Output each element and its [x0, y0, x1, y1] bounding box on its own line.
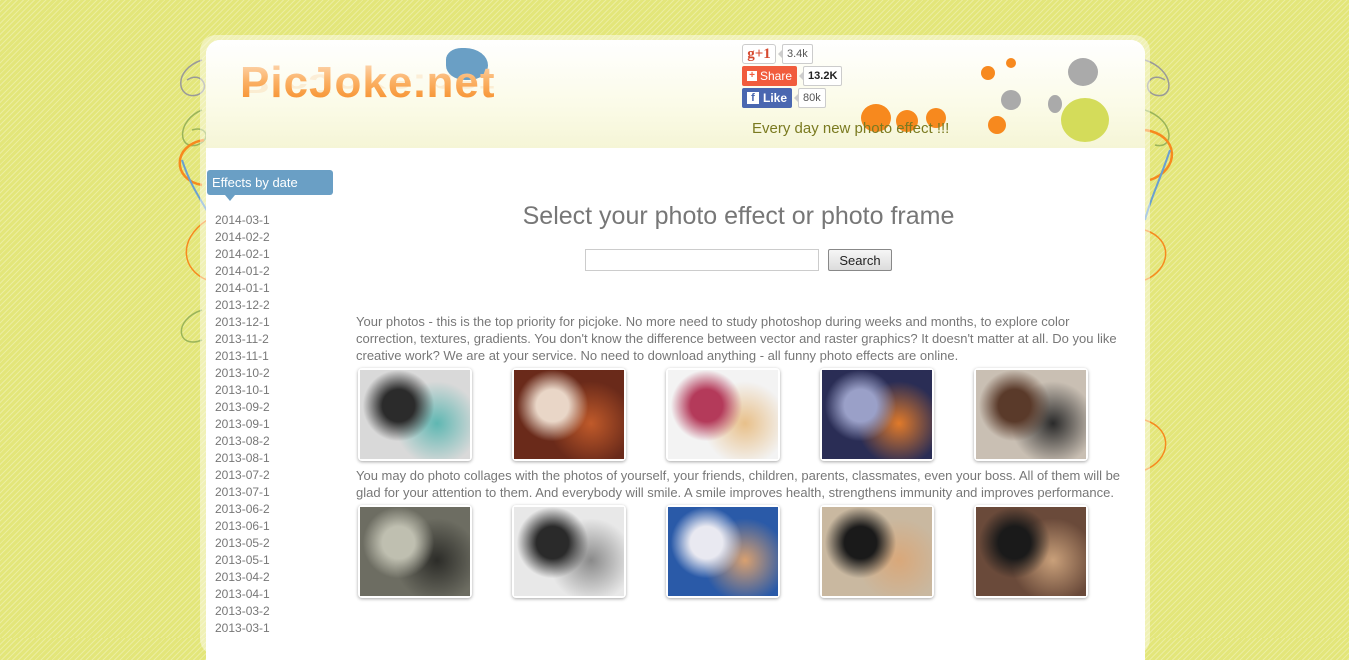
like-count: 80k [794, 88, 826, 108]
site-logo[interactable]: PicJoke.net [240, 58, 496, 108]
sidebar-date-link[interactable]: 2014-01-1 [215, 280, 270, 297]
date-list: 2014-03-1 2014-02-2 2014-02-1 2014-01-2 2014… [215, 212, 270, 637]
thumbnail-row-1 [358, 368, 1121, 461]
thumbnail-image [514, 370, 624, 459]
effect-thumbnail[interactable] [820, 368, 934, 461]
search-button[interactable]: Search [828, 249, 892, 271]
sidebar-date-link[interactable]: 2013-12-1 [215, 314, 270, 331]
sidebar-date-link[interactable]: 2013-05-2 [215, 535, 270, 552]
sidebar-date-link[interactable]: 2013-05-1 [215, 552, 270, 569]
social-buttons: g+1 3.4k + Share 13.2K f Like 80k [742, 44, 843, 110]
effect-thumbnail[interactable] [666, 368, 780, 461]
sidebar-date-link[interactable]: 2013-09-2 [215, 399, 270, 416]
share-button[interactable]: + Share [742, 66, 798, 86]
sidebar-date-link[interactable]: 2014-03-1 [215, 212, 270, 229]
sidebar-date-link[interactable]: 2013-04-2 [215, 569, 270, 586]
sidebar-date-link[interactable]: 2013-11-1 [215, 348, 270, 365]
sidebar-date-link[interactable]: 2014-02-1 [215, 246, 270, 263]
sidebar-date-link[interactable]: 2013-10-1 [215, 382, 270, 399]
sidebar-date-link[interactable]: 2013-03-1 [215, 620, 270, 637]
sidebar-date-link[interactable]: 2013-08-2 [215, 433, 270, 450]
page-title: Select your photo effect or photo frame [522, 202, 955, 230]
thumbnail-image [668, 370, 778, 459]
effect-thumbnail[interactable] [820, 505, 934, 598]
paint-splat-green [1061, 98, 1109, 142]
effect-thumbnail[interactable] [358, 368, 472, 461]
sidebar-date-link[interactable]: 2013-10-2 [215, 365, 270, 382]
thumbnail-image [668, 507, 778, 596]
effect-thumbnail[interactable] [974, 368, 1088, 461]
share-row: + Share 13.2K [742, 66, 843, 86]
thumbnail-row-2 [358, 505, 1121, 598]
facebook-like-button[interactable]: f Like [742, 88, 793, 108]
sidebar-date-link[interactable]: 2014-02-2 [215, 229, 270, 246]
sidebar-date-link[interactable]: 2013-09-1 [215, 416, 270, 433]
gplus-count: 3.4k [778, 44, 813, 64]
paint-splat-orange [981, 66, 995, 80]
collage-paragraph: You may do photo collages with the photo… [356, 468, 1121, 500]
like-row: f Like 80k [742, 88, 842, 108]
paint-splat-orange [1006, 58, 1016, 68]
effect-thumbnail[interactable] [974, 505, 1088, 598]
sidebar-date-link[interactable]: 2013-03-2 [215, 603, 270, 620]
paint-splat-grey [1068, 58, 1098, 86]
sidebar-date-link[interactable]: 2013-12-2 [215, 297, 270, 314]
page-container: PicJoke.net PicJoke.net g+1 3.4k + Share… [206, 40, 1145, 660]
paint-splat-grey [1001, 90, 1021, 110]
share-count: 13.2K [798, 66, 843, 86]
effect-thumbnail[interactable] [512, 368, 626, 461]
thumbnail-image [360, 370, 470, 459]
like-label: Like [763, 91, 788, 105]
effect-thumbnail[interactable] [512, 505, 626, 598]
sidebar-date-link[interactable]: 2013-04-1 [215, 586, 270, 603]
sidebar-date-link[interactable]: 2013-06-1 [215, 518, 270, 535]
thumbnail-image [514, 507, 624, 596]
search-input[interactable] [585, 249, 820, 271]
tagline: Every day new photo effect !!! [752, 120, 950, 137]
sidebar-date-link[interactable]: 2013-07-1 [215, 484, 270, 501]
sidebar-date-link[interactable]: 2013-08-1 [215, 450, 270, 467]
gplus-row: g+1 3.4k [742, 44, 842, 64]
thumbnail-image [360, 507, 470, 596]
paint-splat-grey [1048, 95, 1062, 113]
paint-splat-orange [988, 116, 1006, 134]
gplus-button[interactable]: g+1 [742, 44, 776, 64]
facebook-icon: f [747, 92, 759, 104]
sidebar-heading: Effects by date [207, 170, 333, 201]
share-label: Share [760, 69, 793, 83]
sidebar-date-link[interactable]: 2013-06-2 [215, 501, 270, 518]
sidebar-date-link[interactable]: 2013-07-2 [215, 467, 270, 484]
effect-thumbnail[interactable] [358, 505, 472, 598]
thumbnail-image [822, 370, 932, 459]
thumbnail-image [976, 370, 1086, 459]
sidebar-date-link[interactable]: 2013-11-2 [215, 331, 270, 348]
site-header: PicJoke.net PicJoke.net g+1 3.4k + Share… [206, 40, 1145, 148]
thumbnail-image [976, 507, 1086, 596]
search-bar: Search [356, 249, 1121, 271]
plus-icon: + [747, 71, 757, 81]
intro-paragraph: Your photos - this is the top priority f… [356, 314, 1117, 363]
thumbnail-image [822, 507, 932, 596]
sidebar-date-link[interactable]: 2014-01-2 [215, 263, 270, 280]
main-content: Select your photo effect or photo frame … [356, 190, 1121, 604]
effect-thumbnail[interactable] [666, 505, 780, 598]
